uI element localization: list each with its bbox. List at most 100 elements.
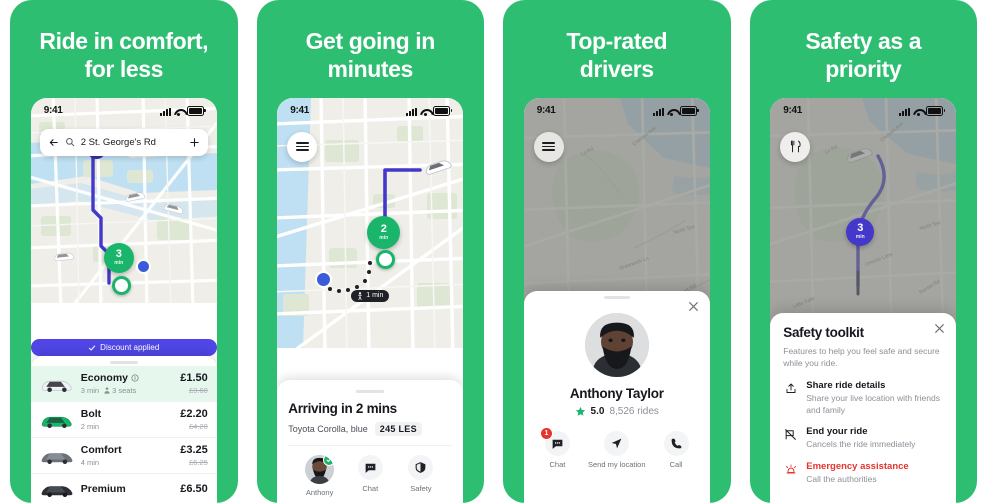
ride-sub: 3 min 3 seats [80, 386, 137, 395]
svg-text:North Terr: North Terr [673, 224, 696, 236]
ride-price: £2.20 £4.20 [180, 408, 208, 431]
nav-item-chat[interactable]: Chat [345, 455, 396, 493]
nav-item-label: Chat [549, 460, 566, 469]
car-premium-icon [41, 486, 73, 497]
nav-item-send-location[interactable]: Send my location [587, 431, 646, 469]
ride-sub: 2 min [80, 422, 100, 431]
nav-item-chat[interactable]: 1 Chat [528, 427, 587, 469]
map-area-3[interactable]: Lo Rd Chelsea Ave North Terr Greenwich L… [523, 97, 710, 503]
siren-icon [783, 461, 798, 476]
list-item[interactable]: End your ride Cancels the ride immediate… [783, 426, 943, 451]
star-icon [575, 406, 585, 416]
close-icon[interactable] [687, 300, 700, 313]
driver-avatar[interactable] [305, 455, 335, 484]
chat-unread-badge: 1 [539, 427, 553, 440]
safety-toolkit-modal: Safety toolkit Features to help you feel… [770, 313, 957, 503]
promo-panel-get-going: Get going in minutes 2 min 1 min 9:41 Ar… [256, 0, 484, 503]
map-area-1[interactable]: 3 min 9:41 2 St. George's Rd Discount ap… [30, 97, 217, 356]
svg-text:Sunset Rd: Sunset Rd [918, 278, 941, 295]
status-bar-4: 9:41 [770, 98, 956, 124]
promo-panel-top-rated-drivers: Top-rated drivers Lo Rd Chelsea Ave Nort… [503, 0, 731, 503]
pickup-marker [111, 275, 131, 295]
call-button[interactable] [663, 431, 689, 456]
info-icon[interactable] [131, 374, 139, 382]
promo-panel-ride-in-comfort: Ride in comfort, for less 3 min 9:41 2 S… [10, 0, 238, 503]
table-row[interactable]: Comfort 4 min £3.25 £6.25 [30, 438, 217, 474]
ride-name: Bolt [80, 408, 102, 420]
list-item-title: End your ride [806, 426, 868, 438]
wifi-icon [913, 108, 923, 116]
person-icon [104, 387, 110, 394]
nav-item-call[interactable]: Call [646, 431, 705, 469]
arrow-left-icon[interactable] [48, 137, 59, 148]
ride-info: Bolt 2 min [81, 408, 173, 431]
phone-mockup-1: 3 min 9:41 2 St. George's Rd Discount ap… [30, 97, 217, 503]
close-icon[interactable] [933, 322, 946, 335]
wifi-icon [174, 108, 184, 116]
ride-info: Comfort 4 min [81, 444, 173, 467]
list-item-desc: Share your live location with friends an… [806, 392, 940, 415]
destination-search-bar[interactable]: 2 St. George's Rd [39, 128, 208, 156]
plus-icon[interactable] [189, 137, 200, 148]
ride-price: £3.25 £6.25 [180, 444, 208, 467]
svg-text:Greenwich Ln: Greenwich Ln [618, 255, 649, 271]
nav-item-safety[interactable]: Safety [396, 455, 447, 493]
map-area-4[interactable]: Lo Rd Chelsea Ave North Terr Greene Lane… [770, 97, 957, 503]
chat-button[interactable] [357, 455, 383, 480]
driver-action-bar: 1 Chat Send my location Call [524, 417, 710, 475]
eta-pin-4[interactable]: 3 min [846, 217, 875, 246]
arrival-title: Arriving in 2 mins [288, 401, 397, 416]
safety-button[interactable] [408, 455, 434, 480]
list-item-title: Emergency assistance [806, 461, 909, 473]
discount-applied-banner: Discount applied [30, 339, 217, 356]
map-area-2[interactable]: 2 min 1 min 9:41 [277, 97, 464, 380]
list-item-desc: Call the authorities [806, 474, 877, 485]
driver-avatar-large [584, 313, 649, 377]
user-location-dot [315, 270, 333, 288]
search-input-value[interactable]: 2 St. George's Rd [81, 137, 183, 148]
send-location-button[interactable] [604, 431, 630, 456]
battery-icon [679, 105, 699, 116]
eta-pin-1[interactable]: 3 min [103, 242, 134, 273]
rating-value: 5.0 [590, 406, 605, 417]
list-item-title: Share ride details [806, 379, 886, 391]
ride-price: £6.50 [180, 482, 208, 495]
pickup-marker [376, 249, 396, 269]
list-item-body: End your ride Cancels the ride immediate… [806, 426, 943, 451]
table-row[interactable]: Bolt 2 min £2.20 £4.20 [30, 402, 217, 438]
end-ride-icon [783, 426, 798, 441]
driver-profile-modal: Anthony Taylor 5.0 8,526 rides 1 Chat Se… [523, 291, 710, 503]
check-icon [89, 345, 96, 350]
menu-button-3[interactable] [533, 131, 564, 162]
status-bar-1: 9:41 [31, 98, 217, 124]
car-bolt-icon [41, 416, 72, 428]
system-icons [899, 105, 946, 116]
walk-time-chip: 1 min [351, 289, 390, 302]
chat-button[interactable]: 1 [539, 427, 570, 456]
sheet-grabber[interactable] [356, 390, 385, 393]
restaurant-button[interactable] [780, 131, 811, 162]
table-row[interactable]: Premium £6.50 [31, 474, 217, 503]
eta-pin-2[interactable]: 2 min [367, 215, 401, 249]
seats-info: 3 seats [104, 386, 136, 395]
search-icon [65, 138, 74, 147]
pedestrian-icon [358, 291, 363, 300]
shield-icon [416, 462, 426, 473]
menu-button-2[interactable] [287, 131, 318, 162]
hamburger-menu-icon [295, 142, 309, 152]
nav-item-driver[interactable]: Anthony [294, 455, 345, 497]
list-item[interactable]: Emergency assistance Call the authoritie… [783, 461, 943, 486]
status-bar-2: 9:41 [277, 98, 463, 124]
svg-text:Little Falls: Little Falls [793, 295, 817, 309]
sheet-grabber[interactable] [603, 296, 630, 299]
safety-toolkit-title: Safety toolkit [783, 325, 864, 340]
sheet-grabber[interactable] [109, 361, 138, 364]
nav-item-label: Chat [362, 484, 379, 493]
list-item[interactable]: Share ride details Share your live locat… [783, 380, 943, 417]
table-row[interactable]: Economy 3 min 3 seats £1.50 £3.60 [30, 366, 217, 402]
panel-headline: Safety as a priority [805, 28, 922, 83]
ride-name: Economy [81, 372, 173, 384]
panel-headline: Get going in minutes [305, 28, 436, 83]
driver-rating: 5.0 8,526 rides [524, 406, 710, 417]
battery-icon [433, 105, 453, 116]
